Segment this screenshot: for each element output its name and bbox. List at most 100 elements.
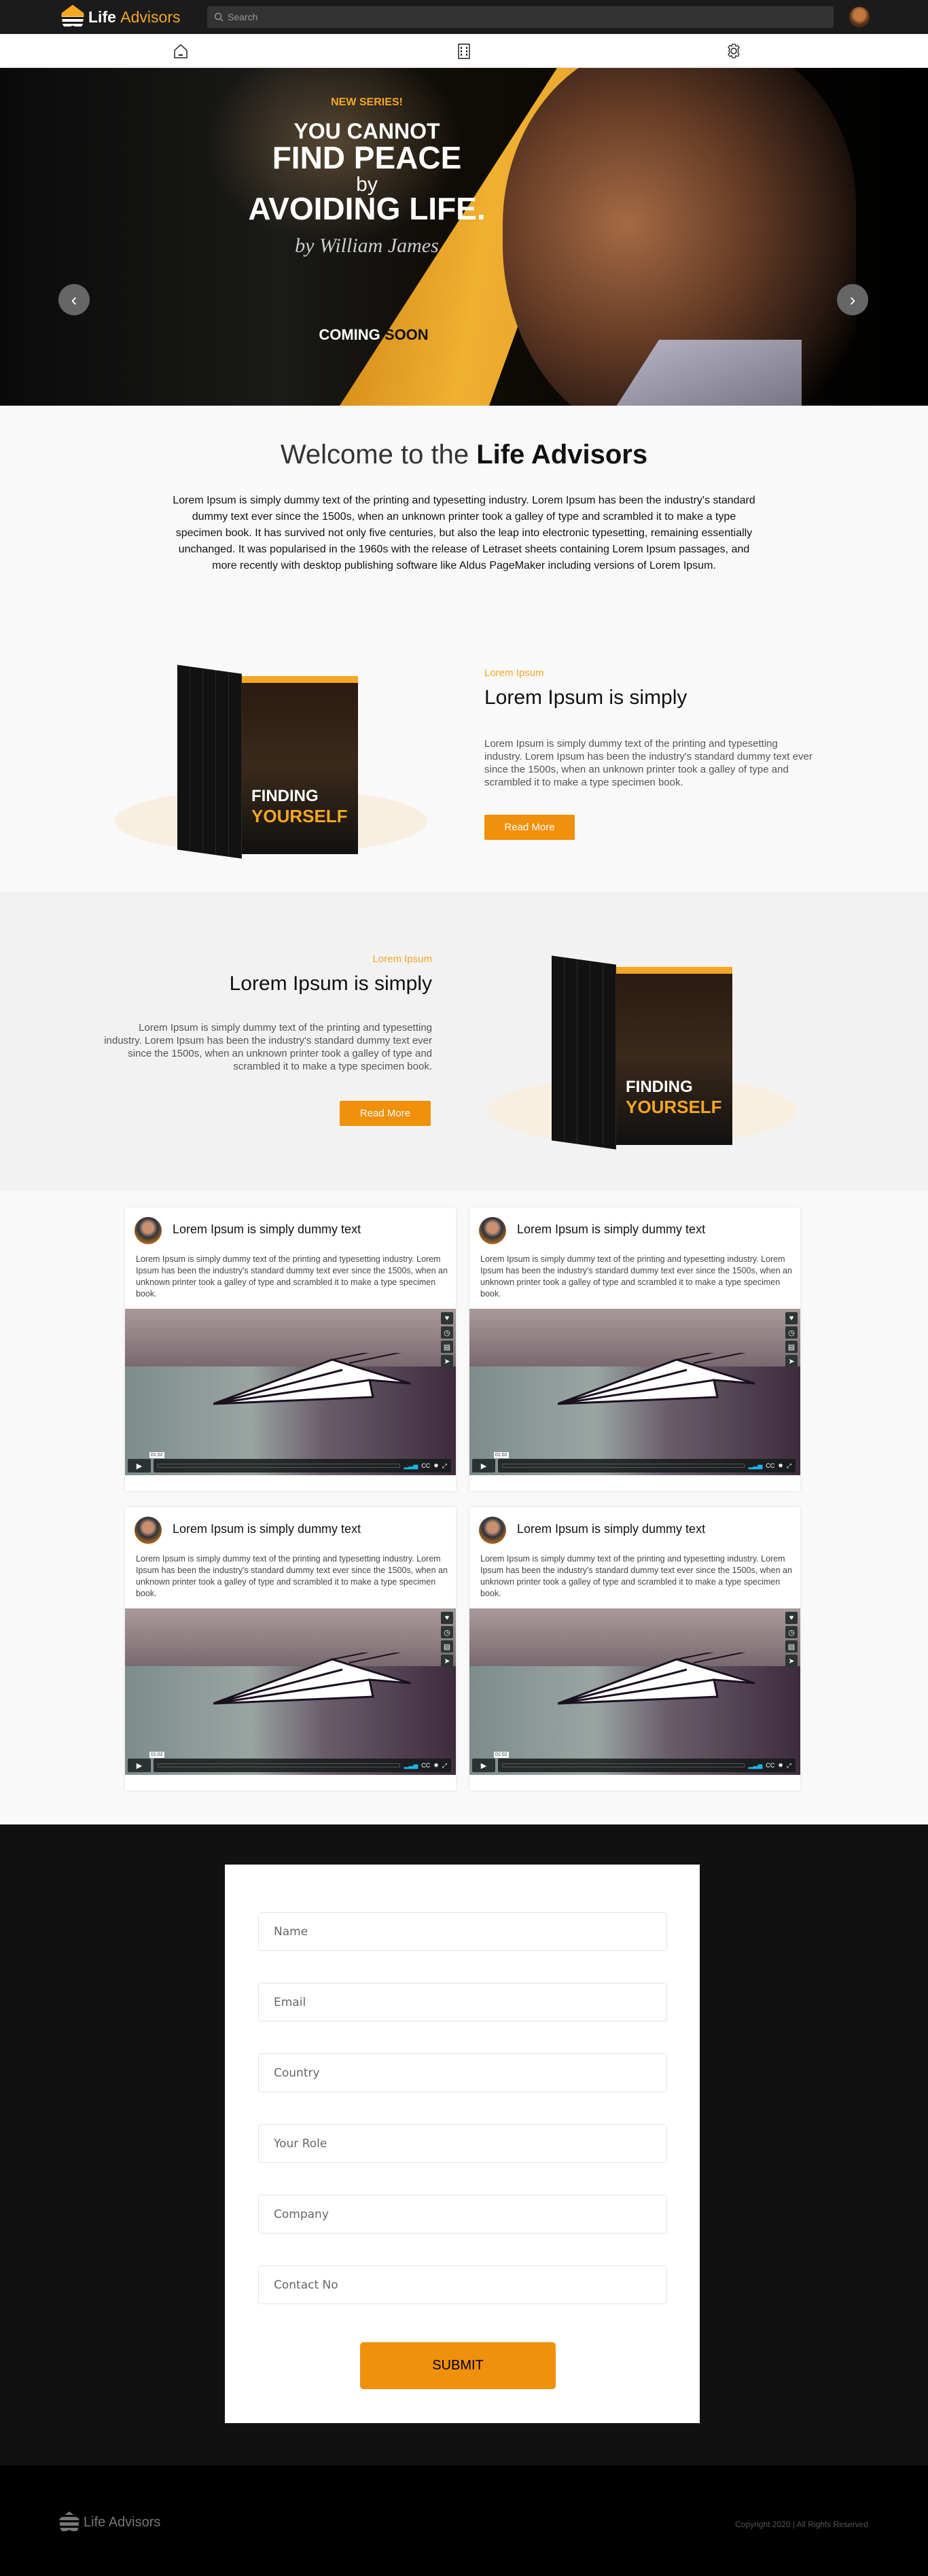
name-field[interactable]: Name [258, 1912, 667, 1951]
collections-icon[interactable]: ▤ [441, 1640, 453, 1653]
email-field[interactable]: Email [258, 1983, 667, 2022]
welcome-title: Welcome to the Life Advisors [280, 440, 648, 470]
brand-name-accent: Advisors [120, 7, 181, 26]
icon-nav-bar [0, 34, 928, 68]
video-card: Lorem Ipsum is simply dummy text Lorem I… [125, 1507, 456, 1790]
feature-section-1: FINDING YOURSELF Lorem Ipsum Lorem Ipsum … [0, 618, 928, 892]
hero-tag: NEW SERIES! [331, 96, 403, 108]
video-player[interactable]: ♥ ◷ ▤ ➤ ▶ 01:02 ▂▃▅ CC ✹ ⤢ [469, 1309, 800, 1475]
like-icon[interactable]: ♥ [441, 1312, 453, 1324]
fullscreen-icon[interactable]: ⤢ [787, 1462, 791, 1470]
brand-logo[interactable]: Life Advisors [61, 5, 180, 29]
play-button[interactable]: ▶ [472, 1459, 495, 1472]
video-player[interactable]: ♥ ◷ ▤ ➤ ▶ 01:02 ▂▃▅ CC ✹ ⤢ [125, 1608, 456, 1775]
captions-icon[interactable]: CC [421, 1462, 430, 1469]
play-button[interactable]: ▶ [472, 1759, 495, 1772]
volume-icon[interactable]: ▂▃▅ [748, 1762, 762, 1769]
collections-icon[interactable]: ▤ [785, 1341, 798, 1353]
watch-later-icon[interactable]: ◷ [785, 1326, 798, 1339]
gear-icon[interactable] [725, 42, 743, 60]
read-more-button[interactable]: Read More [340, 1101, 431, 1126]
card-body: Lorem Ipsum is simply dummy text of the … [136, 1254, 448, 1299]
film-icon[interactable] [455, 42, 473, 60]
feature-body: Lorem Ipsum is simply dummy text of the … [104, 1022, 432, 1072]
fullscreen-icon[interactable]: ⤢ [442, 1462, 447, 1470]
top-header: Life Advisors Search [0, 0, 928, 34]
volume-icon[interactable]: ▂▃▅ [748, 1462, 762, 1470]
video-progress-bar[interactable] [158, 1464, 401, 1468]
book-box-image: FINDING YOURSELF [177, 663, 358, 859]
card-title: Lorem Ipsum is simply dummy text [173, 1222, 361, 1236]
collections-icon[interactable]: ▤ [441, 1341, 453, 1353]
footer-logo[interactable]: Life Advisors [59, 2511, 160, 2533]
watch-later-icon[interactable]: ◷ [441, 1626, 453, 1638]
logo-icon [59, 2511, 79, 2533]
watch-later-icon[interactable]: ◷ [441, 1326, 453, 1339]
chevron-left-icon: ‹ [71, 289, 77, 310]
read-more-button[interactable]: Read More [484, 815, 575, 840]
feature-section-2: Lorem Ipsum Lorem Ipsum is simply Lorem … [0, 892, 928, 1191]
author-avatar [135, 1517, 162, 1544]
copyright-text: Copyright 2020 | All Rights Reserved [735, 2520, 868, 2529]
share-icon[interactable]: ➤ [785, 1655, 798, 1667]
country-field[interactable]: Country [258, 2053, 667, 2092]
volume-icon[interactable]: ▂▃▅ [404, 1462, 418, 1470]
user-avatar[interactable] [849, 7, 870, 27]
like-icon[interactable]: ♥ [785, 1612, 798, 1624]
role-field[interactable]: Your Role [258, 2124, 667, 2163]
company-field[interactable]: Company [258, 2195, 667, 2234]
carousel-next-button[interactable]: › [837, 284, 868, 315]
settings-icon[interactable]: ✹ [433, 1462, 439, 1470]
submit-button[interactable]: SUBMIT [360, 2342, 556, 2389]
author-avatar [479, 1517, 506, 1544]
video-progress-bar[interactable] [502, 1763, 745, 1767]
play-button[interactable]: ▶ [128, 1459, 151, 1472]
feature-label: Lorem Ipsum [372, 953, 432, 965]
video-player[interactable]: ♥ ◷ ▤ ➤ ▶ 01:02 ▂▃▅ CC ✹ ⤢ [469, 1608, 800, 1775]
video-progress-bar[interactable] [502, 1464, 745, 1468]
video-player[interactable]: ♥ ◷ ▤ ➤ ▶ 01:02 ▂▃▅ CC ✹ ⤢ [125, 1309, 456, 1475]
like-icon[interactable]: ♥ [785, 1312, 798, 1324]
card-title: Lorem Ipsum is simply dummy text [517, 1222, 706, 1236]
footer-brand: Life Advisors [84, 2514, 161, 2530]
hero-carousel: NEW SERIES! YOU CANNOT FIND PEACE by AVO… [0, 68, 928, 406]
paper-plane-illustration [558, 1353, 755, 1405]
play-button[interactable]: ▶ [128, 1759, 151, 1772]
settings-icon[interactable]: ✹ [778, 1462, 783, 1470]
video-timestamp: 01:02 [149, 1452, 164, 1458]
captions-icon[interactable]: CC [766, 1762, 774, 1769]
like-icon[interactable]: ♥ [441, 1612, 453, 1624]
home-icon[interactable] [172, 42, 190, 60]
fullscreen-icon[interactable]: ⤢ [787, 1762, 791, 1769]
collections-icon[interactable]: ▤ [785, 1640, 798, 1653]
chevron-right-icon: › [849, 289, 856, 310]
search-input[interactable]: Search [207, 6, 834, 28]
video-cards-section: Lorem Ipsum is simply dummy text Lorem I… [0, 1191, 928, 1824]
captions-icon[interactable]: CC [421, 1762, 430, 1769]
video-timestamp: 01:02 [494, 1452, 509, 1458]
author-avatar [479, 1217, 506, 1244]
watch-later-icon[interactable]: ◷ [785, 1626, 798, 1638]
hero-soon: SOON [384, 326, 429, 343]
brand-name: Life [88, 7, 116, 26]
video-card: Lorem Ipsum is simply dummy text Lorem I… [469, 1507, 800, 1790]
contact-no-field[interactable]: Contact No [258, 2265, 667, 2304]
welcome-body: Lorem Ipsum is simply dummy text of the … [173, 495, 755, 571]
carousel-prev-button[interactable]: ‹ [58, 284, 90, 315]
volume-icon[interactable]: ▂▃▅ [404, 1762, 418, 1769]
video-timestamp: 01:02 [494, 1752, 509, 1758]
captions-icon[interactable]: CC [766, 1462, 774, 1469]
share-icon[interactable]: ➤ [441, 1355, 453, 1367]
feature-heading: Lorem Ipsum is simply [229, 972, 432, 995]
settings-icon[interactable]: ✹ [433, 1762, 439, 1769]
logo-icon [61, 5, 84, 29]
video-progress-bar[interactable] [158, 1763, 401, 1767]
share-icon[interactable]: ➤ [441, 1655, 453, 1667]
video-timestamp: 01:02 [149, 1752, 164, 1758]
fullscreen-icon[interactable]: ⤢ [442, 1762, 447, 1769]
card-body: Lorem Ipsum is simply dummy text of the … [136, 1554, 448, 1598]
settings-icon[interactable]: ✹ [778, 1762, 783, 1769]
share-icon[interactable]: ➤ [785, 1355, 798, 1367]
play-icon: ▶ [136, 1761, 143, 1770]
paper-plane-illustration [558, 1653, 755, 1705]
